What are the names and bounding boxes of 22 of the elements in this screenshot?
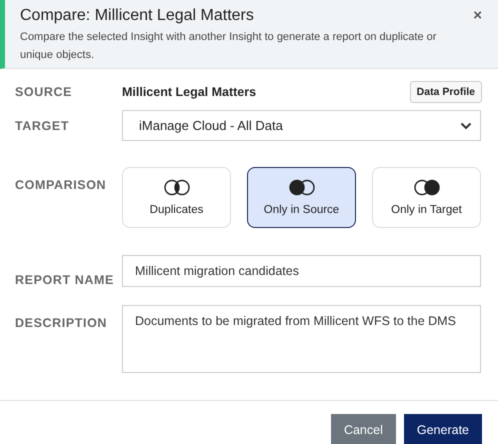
field-label: DESCRIPTION	[15, 316, 108, 330]
comparison-option[interactable]: Only in Source	[247, 167, 356, 228]
field-label: COMPARISON	[15, 178, 106, 192]
description-field[interactable]: Documents to be migrated from Millicent WFS to the DMS	[122, 305, 481, 373]
field-label: REPORT NAME	[15, 273, 114, 287]
data-profile-button[interactable]: Data Profile	[410, 81, 482, 103]
comparison-option[interactable]: Only in Target	[372, 167, 481, 228]
venn-icon	[412, 179, 442, 196]
dialog-subtitle: Compare the selected Insight with another Insight to generate a report on duplicate or unique objects.	[20, 30, 438, 63]
cancel-button[interactable]: Cancel	[330, 414, 396, 444]
generate-button[interactable]: Generate	[404, 414, 482, 444]
close-button[interactable]: ×	[473, 7, 482, 24]
source-name: Millicent Legal Matters	[122, 85, 258, 99]
field-label: TARGET	[15, 118, 70, 132]
venn-icon	[286, 179, 316, 196]
report-name-field[interactable]: Millicent migration candidates	[122, 255, 481, 287]
comparison-option[interactable]: Duplicates	[122, 167, 231, 228]
venn-icon	[162, 179, 192, 196]
target-select[interactable]: iManage Cloud - All Data	[122, 110, 481, 141]
chevron-down-icon	[460, 122, 472, 130]
dialog-title: Compare: Millicent Legal Matters	[20, 7, 254, 25]
field-label: SOURCE	[15, 85, 72, 99]
